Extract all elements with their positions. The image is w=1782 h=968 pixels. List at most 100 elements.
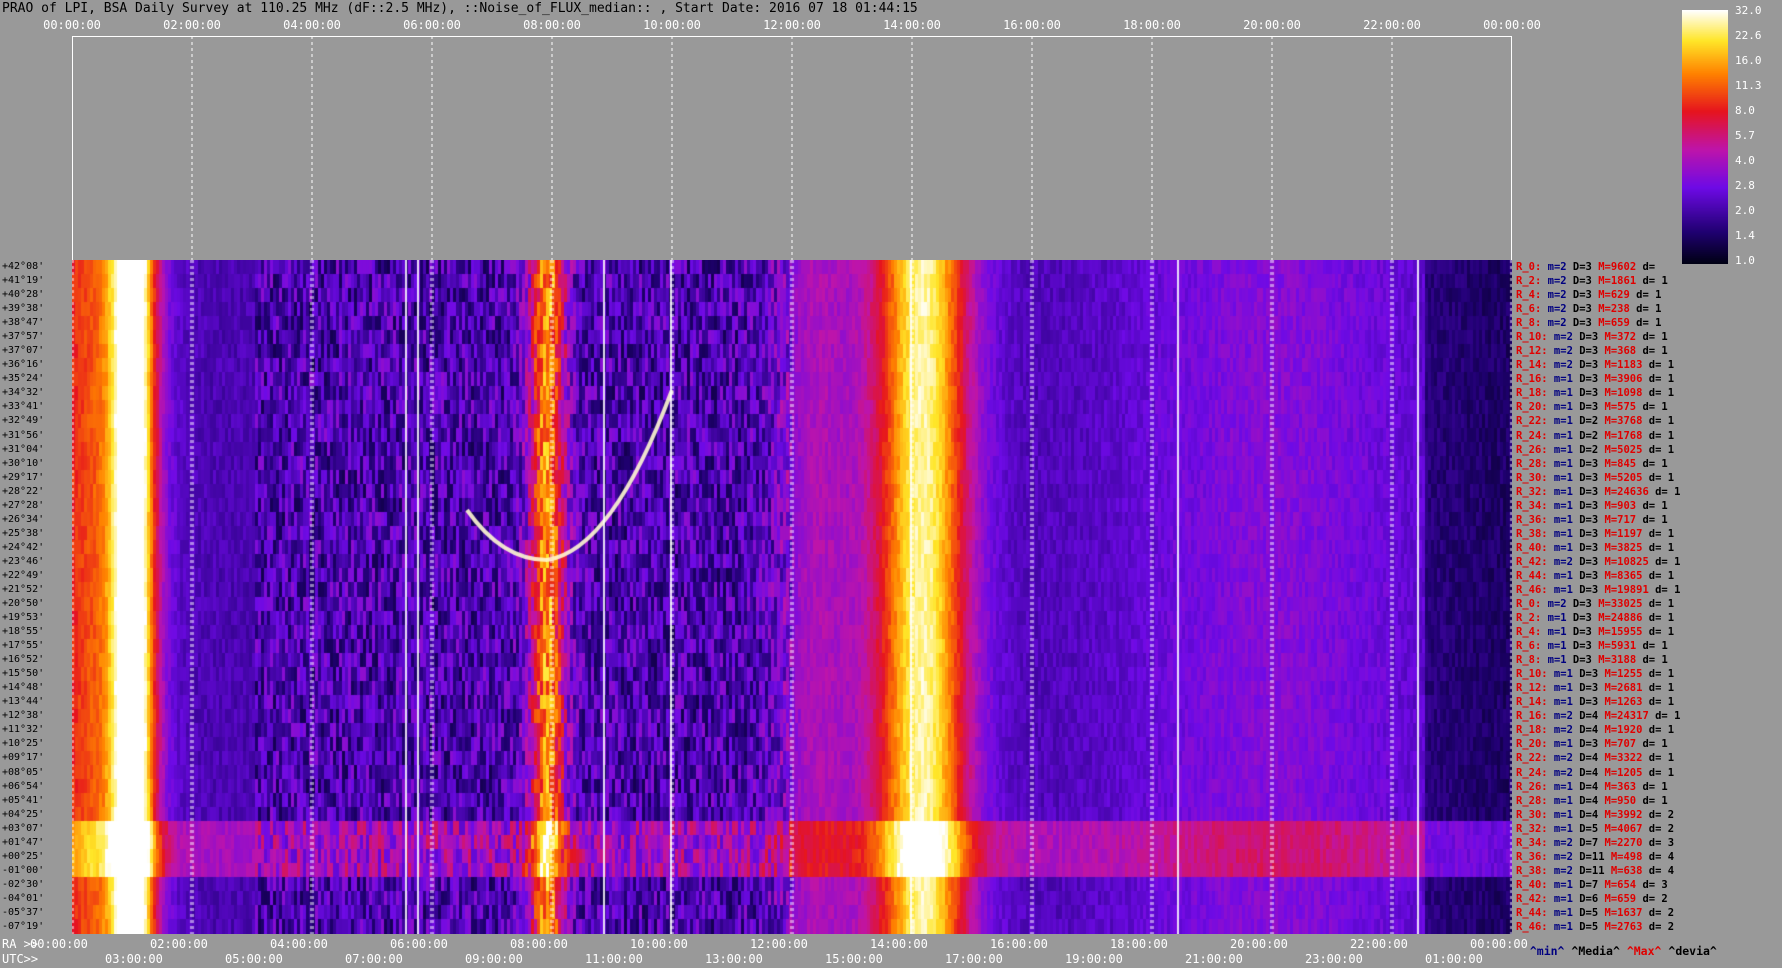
beam-row-field: m=1 xyxy=(1541,654,1567,667)
ra-bottom-tick-label: 08:00:00 xyxy=(510,937,568,951)
beam-row-field: M=368 xyxy=(1598,345,1637,358)
declination-label: +25°38' xyxy=(2,527,45,539)
declination-label: +32°49' xyxy=(2,415,45,427)
beam-row-field: M=629 xyxy=(1591,289,1630,302)
beam-row-field: D=3 xyxy=(1572,485,1599,498)
ra-top-tick-label: 12:00:00 xyxy=(763,18,821,32)
beam-row-field: D=4 xyxy=(1572,766,1599,779)
beam-row-field: M=10825 xyxy=(1598,555,1649,568)
utc-tick-label: 17:00:00 xyxy=(945,952,1003,966)
declination-label: +28°22' xyxy=(2,485,45,497)
beam-row: R_24: m=2 D=4 M=1205 d= 1 xyxy=(1516,767,1674,779)
beam-row-field: M=1920 xyxy=(1598,724,1643,737)
beam-row-field: M=24886 xyxy=(1591,612,1643,625)
beam-row-field: m=2 xyxy=(1541,275,1567,288)
beam-row-field: R_30: xyxy=(1516,471,1548,484)
beam-row-field: M=1768 xyxy=(1598,429,1643,442)
beam-row-field: D=3 xyxy=(1572,668,1599,681)
beam-row-field: m=2 xyxy=(1547,766,1573,779)
utc-tick-label: 07:00:00 xyxy=(345,952,403,966)
beam-row-field: M=5931 xyxy=(1591,640,1637,653)
colorbar xyxy=(1682,10,1728,264)
beam-row-field: m=2 xyxy=(1547,331,1573,344)
beam-row-field: R_18: xyxy=(1516,387,1548,400)
ra-axis-top: 00:00:00 02:00:00 04:00:00 06:00:00 08:00:00… xyxy=(0,18,1541,32)
beam-row-field: D=3 xyxy=(1572,457,1599,470)
beam-row-field: M=33025 xyxy=(1591,598,1643,610)
beam-row-field: d= 1 xyxy=(1636,654,1668,667)
beam-row-field: R_32: xyxy=(1516,822,1548,835)
beam-row-field: R_18: xyxy=(1516,724,1548,737)
declination-label: +26°34' xyxy=(2,513,45,525)
declination-label: -01°00' xyxy=(2,864,45,876)
beam-row: R_32: m=1 D=3 M=24636 d= 1 xyxy=(1516,486,1680,498)
utc-axis: UTC>> 03:00:00 05:00:00 07:00:00 09:00:00 11… xyxy=(0,952,1782,966)
ra-top-tick-label: 00:00:00 xyxy=(43,18,101,32)
beam-row-field: M=1861 xyxy=(1591,275,1637,288)
beam-row-stats: R_0: m=2 D=3 M=9602 d= R_2: m=2 D=3 M=186… xyxy=(1514,260,1782,934)
beam-row-field: M=3992 xyxy=(1598,808,1643,821)
beam-row-field: R_16: xyxy=(1516,710,1548,723)
beam-row: R_22: m=2 D=4 M=3322 d= 1 xyxy=(1516,752,1674,764)
ra-bottom-tick-label: 10:00:00 xyxy=(630,937,688,951)
beam-row: R_44: m=1 D=3 M=8365 d= 1 xyxy=(1516,570,1674,582)
declination-label: +23°46' xyxy=(2,555,45,567)
ra-top-tick-label: 18:00:00 xyxy=(1123,18,1181,32)
beam-row-field: D=3 xyxy=(1572,569,1599,582)
beam-row-field: m=1 xyxy=(1547,794,1573,807)
colorbar-tick-label: 1.0 xyxy=(1735,254,1755,267)
declination-label: +05°41' xyxy=(2,794,45,806)
heatmap xyxy=(72,260,1512,934)
ra-bottom-tick-label: 20:00:00 xyxy=(1230,937,1288,951)
beam-row-field: m=1 xyxy=(1547,738,1573,751)
beam-row-field: R_28: xyxy=(1516,794,1548,807)
beam-row-field: d= 1 xyxy=(1636,794,1668,807)
beam-row-field: R_36: xyxy=(1516,513,1548,526)
beam-row: R_18: m=2 D=4 M=1920 d= 1 xyxy=(1516,724,1674,736)
beam-row-field: D=3 xyxy=(1572,373,1599,386)
beam-row-field: d= xyxy=(1636,261,1656,273)
beam-row-field: R_44: xyxy=(1516,569,1548,582)
declination-label: +18°55' xyxy=(2,626,45,638)
beam-row-field: R_10: xyxy=(1516,331,1548,344)
declination-label: -07°19' xyxy=(2,920,45,932)
beam-row-field: d= 1 xyxy=(1642,752,1675,765)
beam-row-field: m=1 xyxy=(1547,541,1573,554)
beam-row-field: M=1637 xyxy=(1598,906,1643,919)
beam-row-field: m=1 xyxy=(1541,612,1567,625)
ra-bottom-tick-label: 16:00:00 xyxy=(990,937,1048,951)
beam-row-field: d= 1 xyxy=(1642,766,1675,779)
utc-tick-label: 21:00:00 xyxy=(1185,952,1243,966)
beam-row-field: D=3 xyxy=(1572,471,1599,484)
beam-row-field: R_8: xyxy=(1516,654,1542,667)
beam-row-field: R_8: xyxy=(1516,317,1542,330)
beam-row-field: D=3 xyxy=(1572,401,1599,414)
beam-row-field: R_20: xyxy=(1516,401,1548,414)
beam-row-field: M=5025 xyxy=(1598,443,1643,456)
beam-row-field: R_6: xyxy=(1516,640,1542,653)
beam-row-field: m=2 xyxy=(1547,345,1573,358)
beam-row: R_36: m=2 D=11 M=498 d= 4 xyxy=(1516,851,1674,863)
beam-row-field: R_46: xyxy=(1516,583,1548,596)
beam-row-field: D=3 xyxy=(1566,654,1592,667)
beam-row-field: M=903 xyxy=(1598,499,1637,512)
declination-label: +30°10' xyxy=(2,457,45,469)
beam-row-field: d= 1 xyxy=(1642,724,1675,737)
beam-row-field: M=1263 xyxy=(1598,696,1643,709)
beam-row-field: m=2 xyxy=(1541,317,1567,330)
beam-row-field: D=2 xyxy=(1572,415,1599,428)
colorbar-tick-label: 32.0 xyxy=(1735,4,1762,17)
beam-row: R_6: m=2 D=3 M=238 d= 1 xyxy=(1516,303,1661,315)
beam-row-field: R_34: xyxy=(1516,836,1548,849)
ra-top-tick-label: 06:00:00 xyxy=(403,18,461,32)
beam-row-field: m=1 xyxy=(1547,696,1573,709)
beam-row-field: D=3 xyxy=(1572,583,1599,596)
ra-bottom-tick-label: 06:00:00 xyxy=(390,937,448,951)
beam-row: R_6: m=1 D=3 M=5931 d= 1 xyxy=(1516,640,1668,652)
beam-row: R_20: m=1 D=3 M=707 d= 1 xyxy=(1516,738,1668,750)
utc-tick-label: 01:00:00 xyxy=(1425,952,1483,966)
beam-row-field: M=1183 xyxy=(1598,359,1643,372)
ra-top-tick-label: 02:00:00 xyxy=(163,18,221,32)
beam-row-field: D=4 xyxy=(1572,780,1599,793)
legend-media: ^Media^ xyxy=(1571,944,1620,958)
